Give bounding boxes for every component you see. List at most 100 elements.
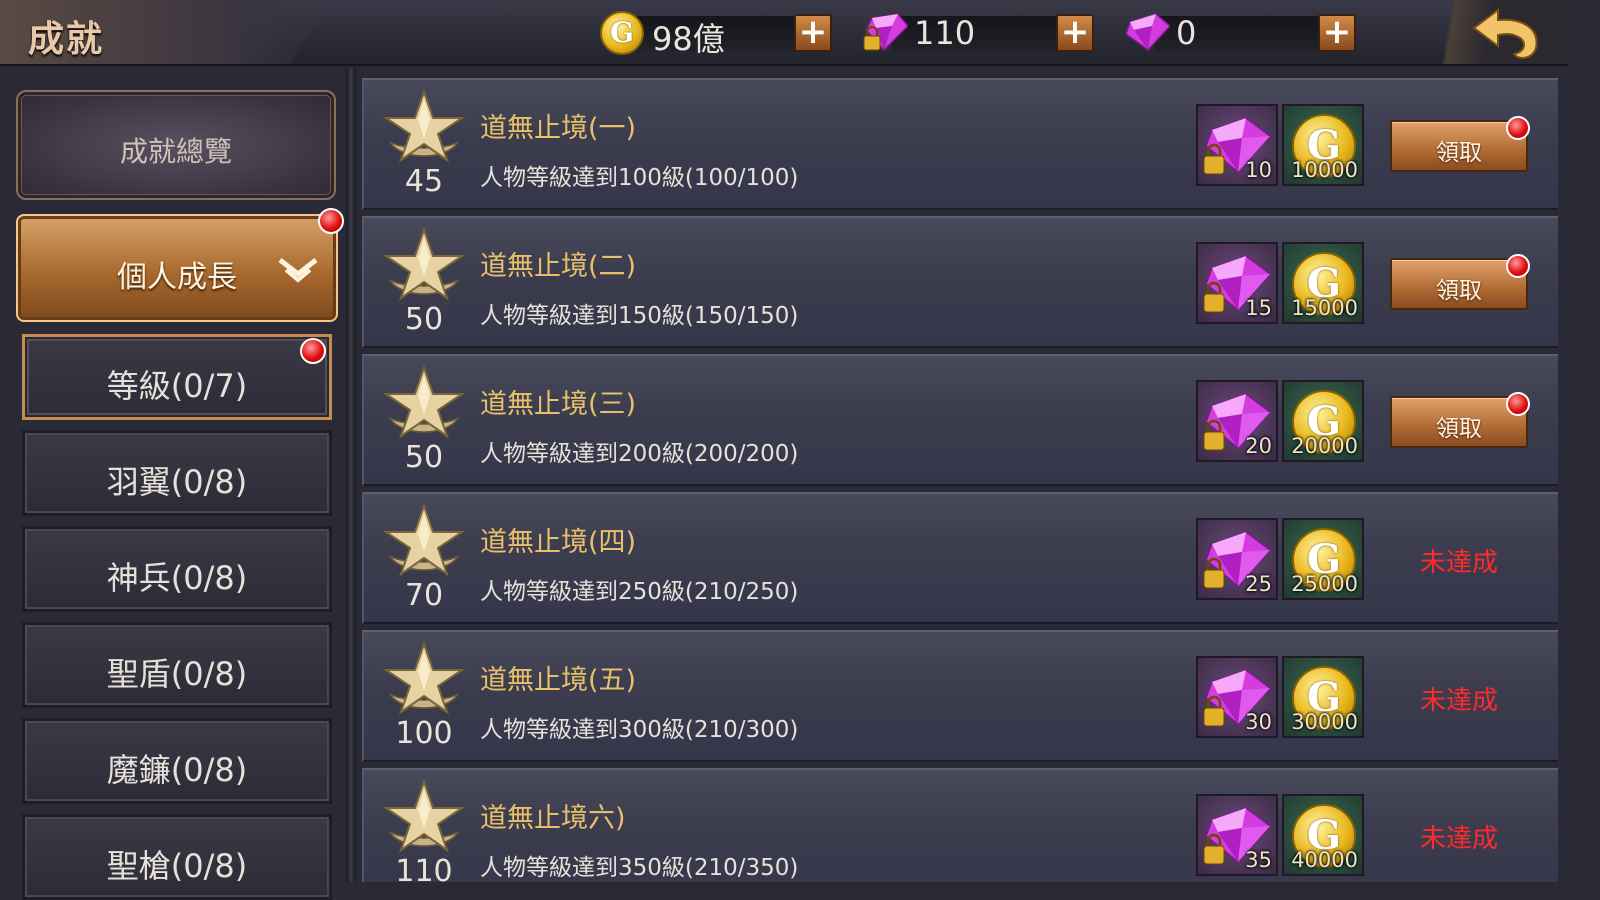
achievement-row: 50 道無止境(三) 人物等級達到200級(200/200) 20 G 2000…	[362, 354, 1558, 486]
gem-reward[interactable]: 15	[1196, 242, 1278, 324]
achievement-name: 道無止境(二)	[480, 251, 637, 282]
gem-reward[interactable]: 30	[1196, 656, 1278, 738]
achievement-overview-label: 成就總覽	[119, 135, 232, 168]
level-notification-dot	[300, 338, 326, 364]
achievement-star-icon	[382, 228, 466, 301]
achievement-points: 50	[404, 440, 444, 475]
gold-value: 98億	[652, 20, 725, 58]
gem-reward-amount: 10	[1245, 158, 1272, 182]
achievement-points: 70	[404, 578, 444, 613]
gem-icon	[1125, 13, 1170, 52]
achievement-row: 45 道無止境(一) 人物等級達到100級(100/100) 10 G 1000…	[362, 78, 1558, 210]
locked-gem-icon	[863, 13, 908, 52]
gem-reward[interactable]: 35	[1196, 794, 1278, 876]
achievement-star-icon	[382, 366, 466, 439]
gold-reward[interactable]: G 40000	[1282, 794, 1364, 876]
sidebar-item-holy-shield[interactable]: 聖盾(0/8)	[22, 622, 332, 708]
add-gem-button[interactable]: +	[1318, 14, 1356, 52]
claim-button[interactable]: 領取	[1390, 392, 1530, 448]
achievement-star-icon	[382, 780, 466, 853]
personal-growth-button[interactable]: 個人成長	[16, 214, 338, 322]
gold-currency: G 98億 +	[600, 11, 840, 58]
claim-button[interactable]: 領取	[1390, 254, 1530, 310]
gem-reward-amount: 35	[1245, 848, 1272, 872]
achievement-list[interactable]: 45 道無止境(一) 人物等級達到100級(100/100) 10 G 1000…	[362, 78, 1558, 882]
gold-reward[interactable]: G 25000	[1282, 518, 1364, 600]
locked-gem-currency: 110 +	[862, 12, 1102, 54]
achievement-name: 道無止境(四)	[480, 527, 637, 558]
gold-coin-icon: G	[600, 11, 644, 55]
gold-reward-amount: 40000	[1291, 848, 1358, 872]
achievement-star-icon	[382, 504, 466, 577]
achievement-description: 人物等級達到350級(210/350)	[480, 855, 799, 881]
status-not-achieved: 未達成	[1419, 548, 1498, 578]
gem-reward-amount: 30	[1245, 710, 1272, 734]
achievement-description: 人物等級達到300級(210/300)	[480, 717, 799, 743]
achievement-description: 人物等級達到150級(150/150)	[480, 303, 799, 329]
achievement-points: 45	[404, 164, 444, 199]
page-title: 成就	[28, 19, 105, 60]
sidebar-item-label: 羽翼(0/8)	[106, 463, 248, 501]
achievement-name: 道無止境(一)	[480, 113, 637, 144]
sidebar-item-wings[interactable]: 羽翼(0/8)	[22, 430, 332, 516]
sidebar-item-level[interactable]: 等級(0/7)	[22, 334, 332, 420]
add-gold-button[interactable]: +	[794, 14, 832, 52]
back-button[interactable]	[1368, 0, 1568, 64]
achievement-description: 人物等級達到100級(100/100)	[480, 165, 799, 191]
gold-reward-amount: 20000	[1291, 434, 1358, 458]
achievement-star-icon	[382, 642, 466, 715]
achievement-row: 50 道無止境(二) 人物等級達到150級(150/150) 15 G 1500…	[362, 216, 1558, 348]
chevron-down-icon	[278, 258, 318, 283]
gem-reward[interactable]: 25	[1196, 518, 1278, 600]
claim-button-label: 領取	[1436, 278, 1482, 304]
sidebar-item-divine-weapon[interactable]: 神兵(0/8)	[22, 526, 332, 612]
achievement-row: 100 道無止境(五) 人物等級達到300級(210/300) 30 G 300…	[362, 630, 1558, 762]
claim-notification-dot	[1506, 116, 1530, 140]
status-not-achieved: 未達成	[1419, 686, 1498, 716]
achievement-points: 110	[395, 854, 453, 882]
achievement-description: 人物等級達到250級(210/250)	[480, 579, 799, 605]
sidebar-item-demon-scythe[interactable]: 魔鐮(0/8)	[22, 718, 332, 804]
claim-button-label: 領取	[1436, 140, 1482, 166]
status-not-achieved: 未達成	[1419, 824, 1498, 854]
sidebar-item-label: 魔鐮(0/8)	[106, 751, 248, 789]
sidebar-item-label: 聖盾(0/8)	[106, 655, 248, 693]
gem-value: 0	[1176, 14, 1197, 52]
gem-reward[interactable]: 10	[1196, 104, 1278, 186]
achievement-description: 人物等級達到200級(200/200)	[480, 441, 799, 467]
gem-reward[interactable]: 20	[1196, 380, 1278, 462]
achievement-points: 50	[404, 302, 444, 337]
panel-divider	[346, 68, 356, 882]
locked-gem-value: 110	[914, 14, 976, 52]
achievement-name: 道無止境(五)	[480, 665, 637, 696]
back-arrow-icon	[1472, 8, 1538, 59]
achievement-star-icon	[382, 90, 466, 163]
gem-currency: 0 +	[1124, 12, 1364, 54]
gold-reward[interactable]: G 15000	[1282, 242, 1364, 324]
sidebar-item-label: 等級(0/7)	[106, 367, 248, 405]
gem-reward-amount: 25	[1245, 572, 1272, 596]
sidebar: 成就總覽 個人成長 等級(0/7) 羽翼(0/8) 神兵(0/8) 聖盾(0/8…	[0, 68, 348, 900]
gold-reward[interactable]: G 30000	[1282, 656, 1364, 738]
achievement-name: 道無止境(三)	[480, 389, 637, 420]
gold-reward-amount: 15000	[1291, 296, 1358, 320]
growth-notification-dot	[318, 208, 344, 234]
gold-reward-amount: 25000	[1291, 572, 1358, 596]
claim-button[interactable]: 領取	[1390, 116, 1530, 172]
gold-reward[interactable]: G 20000	[1282, 380, 1364, 462]
achievement-row: 110 道無止境六) 人物等級達到350級(210/350) 35 G 4000…	[362, 768, 1558, 882]
achievement-row: 70 道無止境(四) 人物等級達到250級(210/250) 25 G 2500…	[362, 492, 1558, 624]
gem-reward-amount: 20	[1245, 434, 1272, 458]
gold-reward-amount: 30000	[1291, 710, 1358, 734]
claim-notification-dot	[1506, 254, 1530, 278]
sidebar-item-label: 聖槍(0/8)	[106, 847, 248, 885]
sidebar-item-label: 神兵(0/8)	[106, 559, 248, 597]
achievement-overview-button[interactable]: 成就總覽	[16, 90, 336, 200]
claim-notification-dot	[1506, 392, 1530, 416]
sidebar-item-holy-spear[interactable]: 聖槍(0/8)	[22, 814, 332, 900]
claim-button-label: 領取	[1436, 416, 1482, 442]
achievement-name: 道無止境六)	[480, 803, 626, 834]
top-bar: 成就 G 98億 + 110 + 0 +	[0, 0, 1568, 66]
add-locked-gem-button[interactable]: +	[1056, 14, 1094, 52]
gold-reward[interactable]: G 10000	[1282, 104, 1364, 186]
